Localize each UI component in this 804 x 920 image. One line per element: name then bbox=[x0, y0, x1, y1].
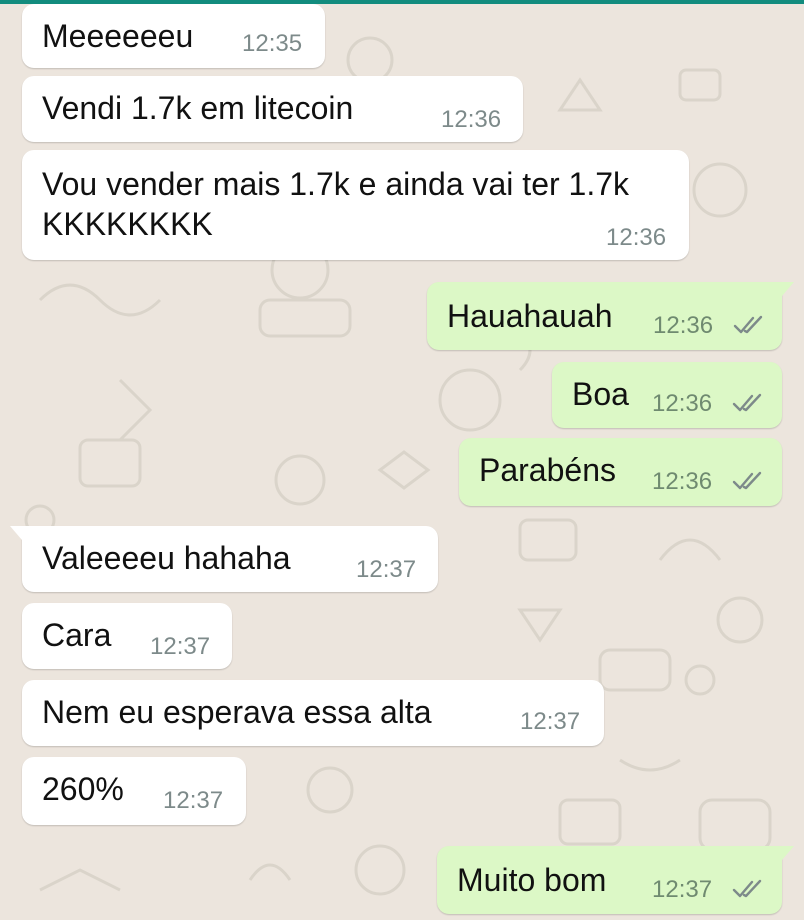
message-timestamp: 12:36 bbox=[652, 390, 713, 417]
message-text: Valeeeeu hahaha bbox=[42, 540, 291, 576]
message-text: Parabéns bbox=[479, 452, 616, 488]
message-text: 260% bbox=[42, 771, 124, 807]
outgoing-message-bubble[interactable]: Parabéns 12:36 bbox=[459, 438, 782, 506]
message-timestamp: 12:37 bbox=[163, 787, 224, 814]
double-check-icon bbox=[732, 879, 762, 898]
message-timestamp: 12:36 bbox=[441, 106, 502, 133]
outgoing-message-bubble[interactable]: Hauahauah 12:36 bbox=[427, 282, 794, 350]
message-timestamp: 12:35 bbox=[242, 30, 303, 57]
message-timestamp: 12:37 bbox=[520, 708, 581, 735]
incoming-message-bubble[interactable]: Cara 12:37 bbox=[22, 603, 232, 669]
message-text: Boa bbox=[572, 376, 629, 412]
incoming-message-bubble[interactable]: Vou vender mais 1.7k e ainda vai ter 1.7… bbox=[22, 150, 689, 260]
incoming-message-bubble[interactable]: 260% 12:37 bbox=[22, 757, 246, 825]
message-text: Hauahauah bbox=[447, 298, 613, 334]
incoming-message-bubble[interactable]: Valeeeeu hahaha 12:37 bbox=[10, 526, 438, 592]
message-timestamp: 12:37 bbox=[356, 556, 417, 583]
message-text: Meeeeeeu bbox=[42, 18, 194, 54]
outgoing-message-bubble[interactable]: Boa 12:36 bbox=[552, 362, 782, 428]
message-text: Vou vender mais 1.7k e ainda vai ter 1.7… bbox=[42, 166, 630, 242]
message-text: Nem eu esperava essa alta bbox=[42, 694, 432, 730]
message-timestamp: 12:36 bbox=[652, 468, 713, 495]
incoming-message-bubble[interactable]: Meeeeeeu 12:35 bbox=[22, 4, 325, 68]
incoming-message-bubble[interactable]: Nem eu esperava essa alta 12:37 bbox=[22, 680, 604, 746]
message-timestamp: 12:37 bbox=[150, 633, 211, 660]
message-timestamp: 12:36 bbox=[653, 312, 714, 339]
message-text: Muito bom bbox=[457, 862, 607, 898]
outgoing-message-bubble[interactable]: Muito bom 12:37 bbox=[437, 846, 794, 914]
double-check-icon bbox=[732, 471, 762, 490]
message-text: Vendi 1.7k em litecoin bbox=[42, 90, 354, 126]
double-check-icon bbox=[733, 315, 763, 334]
message-text: Cara bbox=[42, 617, 112, 653]
message-timestamp: 12:36 bbox=[606, 224, 667, 251]
message-timestamp: 12:37 bbox=[652, 876, 713, 903]
incoming-message-bubble[interactable]: Vendi 1.7k em litecoin 12:36 bbox=[22, 76, 523, 142]
double-check-icon bbox=[732, 393, 762, 412]
